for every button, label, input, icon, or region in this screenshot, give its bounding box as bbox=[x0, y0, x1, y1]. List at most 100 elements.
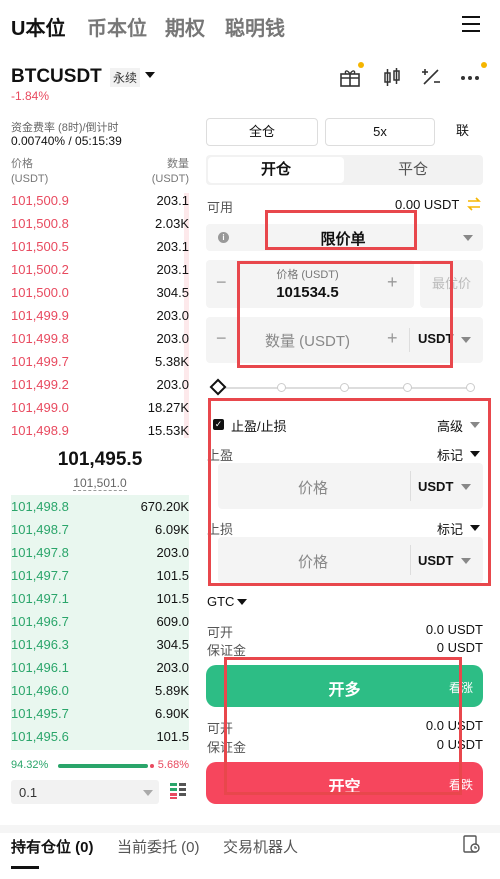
bid-qty: 203.0 bbox=[156, 660, 189, 675]
transfer-icon[interactable] bbox=[466, 196, 482, 212]
slider-node-50[interactable] bbox=[340, 383, 349, 392]
buy-ratio: 94.32% bbox=[11, 759, 49, 771]
ask-row[interactable]: 101,500.0 304.5 bbox=[11, 281, 189, 304]
tab-options[interactable]: 期权 bbox=[165, 12, 205, 41]
history-icon[interactable] bbox=[462, 834, 480, 854]
bid-qty: 6.90K bbox=[155, 706, 189, 721]
bid-row[interactable]: 101,498.8 670.20K bbox=[11, 495, 189, 518]
contract-type-badge: 永续 bbox=[110, 68, 141, 87]
calculator-icon[interactable] bbox=[420, 66, 442, 88]
bid-qty: 5.89K bbox=[155, 683, 189, 698]
ask-price: 101,499.9 bbox=[11, 308, 69, 323]
ask-qty: 304.5 bbox=[156, 285, 189, 300]
ask-row[interactable]: 101,500.2 203.1 bbox=[11, 258, 189, 281]
tab-smart-money[interactable]: 聪明钱 bbox=[225, 12, 285, 41]
ask-row[interactable]: 101,499.7 5.38K bbox=[11, 350, 189, 373]
tab-trading-bots[interactable]: 交易机器人 bbox=[223, 836, 298, 857]
price-change: -1.84% bbox=[11, 89, 50, 103]
ask-qty: 2.03K bbox=[155, 216, 189, 231]
bid-row[interactable]: 101,495.7 6.90K bbox=[11, 702, 189, 725]
symbol-dropdown-icon[interactable] bbox=[145, 72, 155, 78]
ask-price: 101,500.8 bbox=[11, 216, 69, 231]
slider-node-25[interactable] bbox=[277, 383, 286, 392]
bid-row[interactable]: 101,496.7 609.0 bbox=[11, 610, 189, 633]
ob-qty-header: 数量 (USDT) bbox=[152, 157, 189, 187]
ask-price: 101,499.7 bbox=[11, 354, 69, 369]
ask-row[interactable]: 101,500.5 203.1 bbox=[11, 235, 189, 258]
bid-row[interactable]: 101,497.8 203.0 bbox=[11, 541, 189, 564]
symbol-name[interactable]: BTCUSDT bbox=[11, 66, 102, 88]
tab-coin-m[interactable]: 币本位 bbox=[87, 12, 147, 41]
slider-thumb[interactable] bbox=[209, 378, 227, 396]
bid-row[interactable]: 101,496.0 5.89K bbox=[11, 679, 189, 702]
bid-qty: 304.5 bbox=[156, 637, 189, 652]
qty-unit-chevron-icon bbox=[461, 337, 471, 343]
joint-button[interactable]: 联 bbox=[442, 118, 483, 146]
ask-row[interactable]: 101,499.8 203.0 bbox=[11, 327, 189, 350]
ask-row[interactable]: 101,499.9 203.0 bbox=[11, 304, 189, 327]
bid-row[interactable]: 101,498.7 6.09K bbox=[11, 518, 189, 541]
notification-dot bbox=[358, 62, 364, 68]
margin-mode-button[interactable]: 全仓 bbox=[206, 118, 318, 146]
ask-qty: 203.0 bbox=[156, 331, 189, 346]
bid-row[interactable]: 101,496.1 203.0 bbox=[11, 656, 189, 679]
bid-qty: 101.5 bbox=[156, 729, 189, 744]
leverage-button[interactable]: 5x bbox=[325, 118, 435, 146]
bid-qty: 203.0 bbox=[156, 545, 189, 560]
gift-icon[interactable] bbox=[339, 66, 361, 88]
highlight-tpsl bbox=[208, 398, 491, 586]
orderbook-layout-icon[interactable] bbox=[169, 782, 187, 800]
bid-qty: 101.5 bbox=[156, 591, 189, 606]
ask-row[interactable]: 101,499.0 18.27K bbox=[11, 396, 189, 419]
sell-ratio: 5.68% bbox=[157, 759, 189, 771]
tab-positions[interactable]: 持有仓位 (0) bbox=[11, 836, 94, 857]
tab-open-orders[interactable]: 当前委托 (0) bbox=[117, 836, 200, 857]
ask-qty: 15.53K bbox=[147, 423, 189, 438]
tab-usdt-m[interactable]: U本位 bbox=[11, 12, 65, 41]
ask-qty: 203.1 bbox=[156, 239, 189, 254]
highlight-price-qty bbox=[237, 261, 453, 368]
ask-row[interactable]: 101,499.2 203.0 bbox=[11, 373, 189, 396]
bid-price: 101,496.0 bbox=[11, 683, 69, 698]
ask-price: 101,500.5 bbox=[11, 239, 69, 254]
bid-price: 101,497.1 bbox=[11, 591, 69, 606]
ask-price: 101,498.9 bbox=[11, 423, 69, 438]
last-price[interactable]: 101,495.5 bbox=[0, 449, 200, 471]
tab-open[interactable]: 开仓 bbox=[208, 157, 344, 183]
bid-row[interactable]: 101,497.1 101.5 bbox=[11, 587, 189, 610]
time-in-force-select[interactable]: GTC bbox=[207, 594, 234, 609]
bid-price: 101,495.6 bbox=[11, 729, 69, 744]
tif-chevron-icon bbox=[237, 599, 247, 605]
ask-price: 101,500.2 bbox=[11, 262, 69, 277]
can-open-value: 0.0 USDT bbox=[425, 622, 483, 637]
precision-select[interactable]: 0.1 bbox=[11, 780, 159, 804]
qty-minus-button[interactable]: − bbox=[216, 328, 227, 349]
funding-rate-label: 资金费率 (8时)/倒计时 bbox=[11, 122, 119, 134]
info-icon[interactable]: i bbox=[218, 232, 229, 243]
ask-price: 101,500.9 bbox=[11, 193, 69, 208]
slider-node-75[interactable] bbox=[403, 383, 412, 392]
bid-row[interactable]: 101,495.6 101.5 bbox=[11, 725, 189, 748]
bid-qty: 101.5 bbox=[156, 568, 189, 583]
tab-close[interactable]: 平仓 bbox=[344, 157, 482, 183]
candlestick-icon[interactable] bbox=[381, 66, 403, 88]
bid-row[interactable]: 101,496.3 304.5 bbox=[11, 633, 189, 656]
ask-row[interactable]: 101,500.8 2.03K bbox=[11, 212, 189, 235]
bid-row[interactable]: 101,497.7 101.5 bbox=[11, 564, 189, 587]
bid-price: 101,496.7 bbox=[11, 614, 69, 629]
ob-price-unit: (USDT) bbox=[11, 173, 49, 185]
ask-qty: 203.1 bbox=[156, 262, 189, 277]
bid-qty: 609.0 bbox=[156, 614, 189, 629]
ask-row[interactable]: 101,498.9 15.53K bbox=[11, 419, 189, 442]
ask-row[interactable]: 101,500.9 203.1 bbox=[11, 189, 189, 212]
menu-icon[interactable] bbox=[462, 16, 480, 32]
price-minus-button[interactable]: − bbox=[216, 272, 227, 293]
bid-qty: 6.09K bbox=[155, 522, 189, 537]
top-nav: U本位 币本位 期权 聪明钱 bbox=[0, 0, 500, 50]
bid-price: 101,498.8 bbox=[11, 499, 69, 514]
slider-node-100[interactable] bbox=[466, 383, 475, 392]
highlight-action-buttons bbox=[224, 657, 462, 795]
more-icon[interactable] bbox=[459, 66, 481, 88]
active-tab-underline bbox=[11, 866, 39, 869]
can-open-label: 可开 bbox=[207, 625, 234, 640]
